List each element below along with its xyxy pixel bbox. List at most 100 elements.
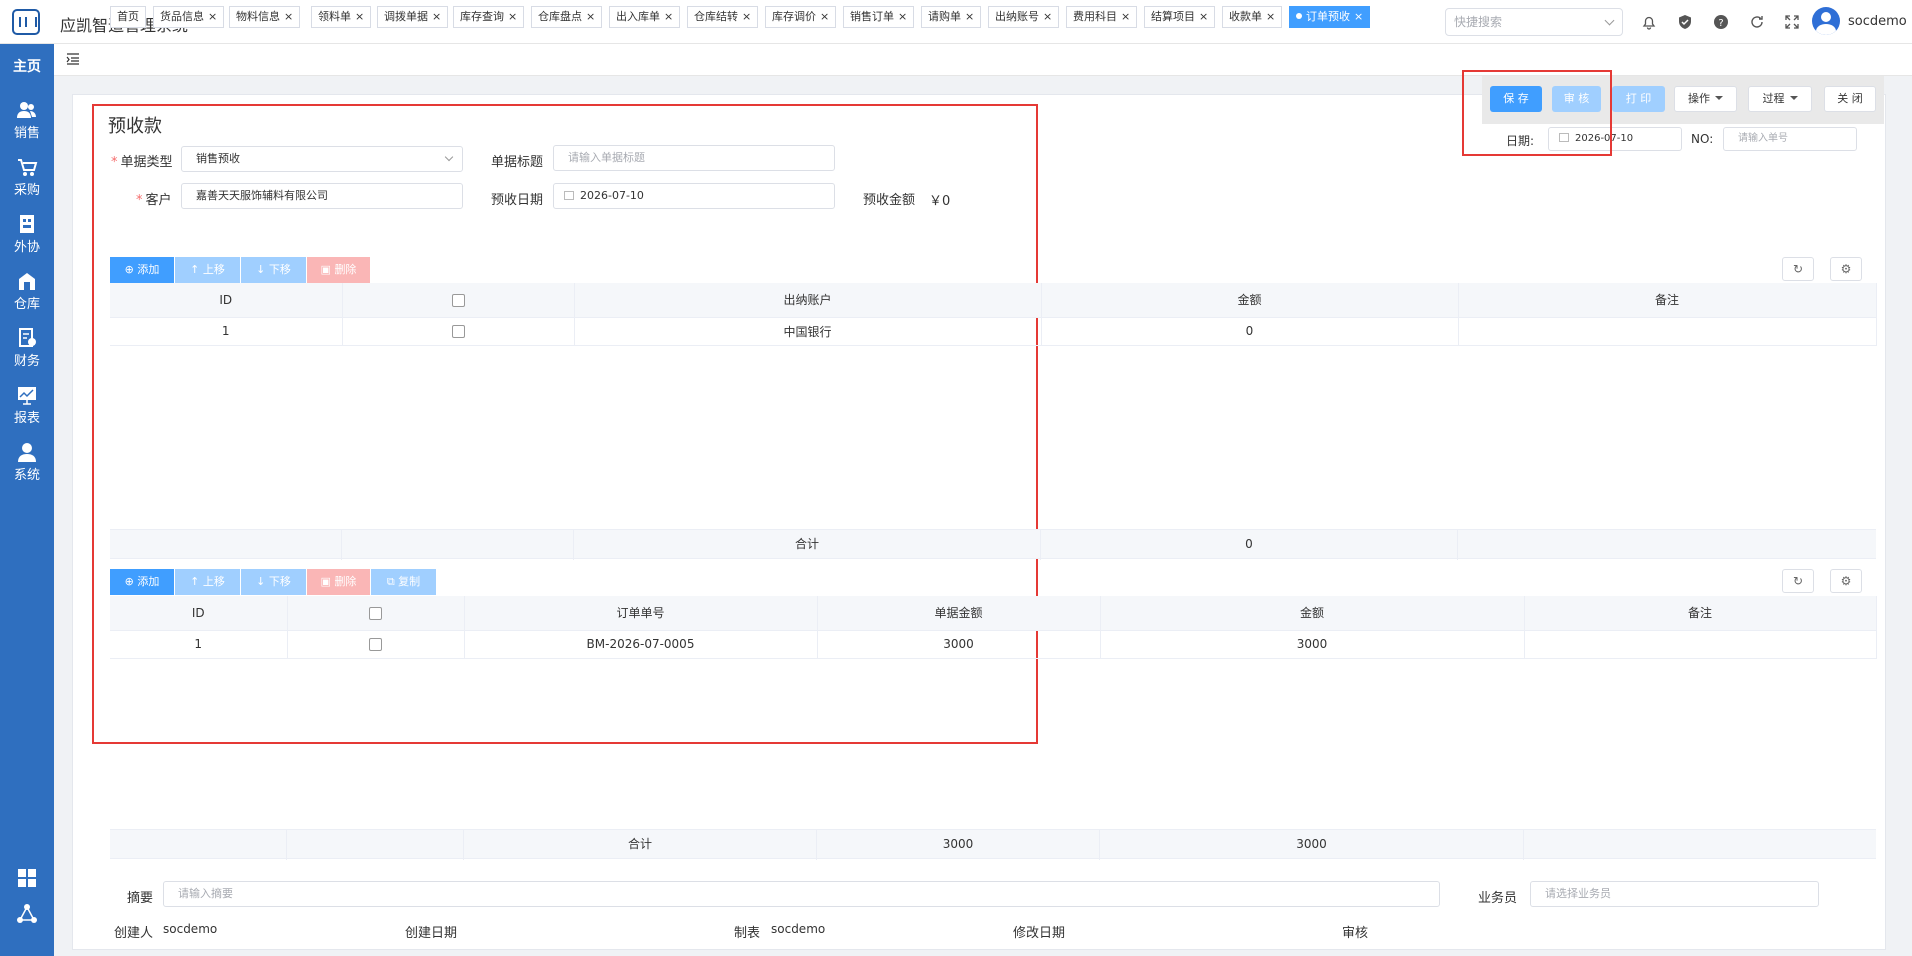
sidebar-item-purchase[interactable]: 采购: [0, 157, 54, 198]
close-icon[interactable]: ×: [432, 10, 441, 23]
add-order-button[interactable]: ⊕ 添加: [110, 569, 174, 595]
copy-button[interactable]: ⧉ 复制: [371, 569, 436, 595]
sidebar-item-outsource[interactable]: 外协: [0, 214, 54, 255]
add-account-button[interactable]: ⊕ 添加: [110, 257, 174, 283]
grid-settings-icon[interactable]: ⚙: [1830, 569, 1862, 593]
close-icon[interactable]: ×: [508, 10, 517, 23]
delete-button[interactable]: ▣ 删除: [307, 569, 370, 595]
fullscreen-icon[interactable]: [1782, 12, 1802, 32]
quick-search-select[interactable]: 快捷搜索: [1445, 8, 1623, 36]
user-icon: [18, 443, 36, 462]
close-button[interactable]: 关 闭: [1824, 86, 1876, 112]
accounts-table: ID 出纳账户 金额 备注 1 中国银行 0: [110, 283, 1877, 346]
close-icon[interactable]: ×: [284, 10, 293, 23]
operate-dropdown[interactable]: 操作: [1674, 86, 1737, 112]
tab-goods-info[interactable]: 货品信息 ×: [153, 6, 225, 28]
col-header-account: 出纳账户: [574, 283, 1042, 318]
tab-picking[interactable]: 领料单 ×: [311, 6, 372, 28]
maker-value: socdemo: [771, 922, 826, 936]
tab-material-info[interactable]: 物料信息 ×: [229, 6, 301, 28]
avatar[interactable]: [1812, 7, 1840, 35]
tab-transfer[interactable]: 调拨单据 ×: [377, 6, 449, 28]
col-header-id: ID: [110, 596, 288, 631]
delete-button[interactable]: ▣ 删除: [307, 257, 370, 283]
tab-requisition[interactable]: 请购单 ×: [921, 6, 982, 28]
sidebar-item-finance[interactable]: 财务: [0, 328, 54, 369]
close-icon[interactable]: ×: [1043, 10, 1052, 23]
close-icon[interactable]: ×: [1266, 10, 1275, 23]
process-dropdown[interactable]: 过程: [1748, 86, 1812, 112]
apps-grid-icon[interactable]: [17, 868, 37, 888]
help-icon[interactable]: ?: [1711, 12, 1731, 32]
creator-value: socdemo: [163, 922, 218, 936]
chart-icon: [18, 387, 36, 405]
grid-refresh-icon[interactable]: ↻: [1782, 569, 1814, 593]
close-icon[interactable]: ×: [965, 10, 974, 23]
sidebar-item-home[interactable]: 主页: [0, 56, 54, 76]
tab-price-adjust[interactable]: 库存调价 ×: [765, 6, 837, 28]
tab-receipt[interactable]: 收款单 ×: [1222, 6, 1283, 28]
shield-icon[interactable]: [1675, 12, 1695, 32]
trash-icon: ▣: [320, 575, 335, 588]
tab-stock-query[interactable]: 库存查询 ×: [453, 6, 525, 28]
caret-down-icon: [1715, 96, 1723, 100]
close-icon[interactable]: ×: [898, 10, 907, 23]
col-header-id: ID: [110, 283, 343, 318]
sidebar-item-sales[interactable]: 销售: [0, 100, 54, 141]
finance-icon: [19, 328, 36, 347]
close-icon[interactable]: ×: [664, 10, 673, 23]
select-all-checkbox[interactable]: [342, 283, 575, 318]
no-label: NO:: [1691, 132, 1714, 146]
users-icon: [17, 102, 36, 118]
username[interactable]: socdemo: [1848, 14, 1907, 29]
tab-settlement-item[interactable]: 结算项目 ×: [1144, 6, 1216, 28]
network-icon[interactable]: [15, 902, 39, 926]
salesman-select[interactable]: 请选择业务员: [1530, 881, 1819, 907]
tabs-bar: [54, 44, 1912, 76]
col-header-amount: 金额: [1100, 596, 1525, 631]
tab-in-out[interactable]: 出入库单 ×: [609, 6, 681, 28]
no-input[interactable]: 请输入单号: [1723, 127, 1857, 151]
tab-carryover[interactable]: 仓库结转 ×: [687, 6, 759, 28]
sidebar-item-warehouse[interactable]: 仓库: [0, 271, 54, 312]
close-icon[interactable]: ×: [1199, 10, 1208, 23]
orders-footer: 合计 3000 3000: [110, 829, 1876, 860]
tab-expense-subject[interactable]: 费用科目 ×: [1066, 6, 1138, 28]
sidebar-item-system[interactable]: 系统: [0, 442, 54, 483]
move-up-button[interactable]: ↑ 上移: [175, 257, 240, 283]
tab-stocktake[interactable]: 仓库盘点 ×: [531, 6, 603, 28]
table-row[interactable]: 1 中国银行 0: [110, 317, 1877, 346]
grid-refresh-icon[interactable]: ↻: [1782, 257, 1814, 281]
close-icon[interactable]: ×: [355, 10, 364, 23]
close-icon[interactable]: ×: [208, 10, 217, 23]
row-checkbox[interactable]: [287, 630, 465, 659]
highlight-box-save: [1462, 70, 1612, 156]
tab-cashier-account[interactable]: 出纳账号 ×: [988, 6, 1060, 28]
menu-fold-icon[interactable]: [66, 52, 80, 66]
grid-settings-icon[interactable]: ⚙: [1830, 257, 1862, 281]
tab-order-prepayment[interactable]: 订单预收 ×: [1289, 6, 1371, 28]
tab-home[interactable]: 首页: [110, 6, 146, 28]
sidebar-item-reports[interactable]: 报表: [0, 385, 54, 426]
chevron-down-icon: [1604, 15, 1615, 26]
select-all-checkbox[interactable]: [287, 596, 465, 631]
close-icon[interactable]: ×: [1121, 10, 1130, 23]
close-icon[interactable]: ×: [742, 10, 751, 23]
summary-input[interactable]: 请输入摘要: [163, 881, 1440, 907]
row-checkbox[interactable]: [342, 317, 575, 346]
close-icon[interactable]: ×: [586, 10, 595, 23]
tab-sales-order[interactable]: 销售订单 ×: [843, 6, 915, 28]
col-header-remark: 备注: [1524, 596, 1877, 631]
maker-label: 制表: [734, 926, 761, 941]
print-button[interactable]: 打 印: [1612, 86, 1665, 112]
close-icon[interactable]: ×: [820, 10, 829, 23]
bell-icon[interactable]: [1639, 12, 1659, 32]
col-header-amount: 金额: [1041, 283, 1459, 318]
move-down-button[interactable]: ↓ 下移: [241, 569, 306, 595]
close-icon[interactable]: ×: [1354, 10, 1363, 23]
move-down-button[interactable]: ↓ 下移: [241, 257, 306, 283]
move-up-button[interactable]: ↑ 上移: [175, 569, 240, 595]
creator-label: 创建人: [114, 926, 154, 941]
refresh-icon[interactable]: [1747, 12, 1767, 32]
table-row[interactable]: 1 BM-2026-07-0005 3000 3000: [110, 630, 1877, 659]
